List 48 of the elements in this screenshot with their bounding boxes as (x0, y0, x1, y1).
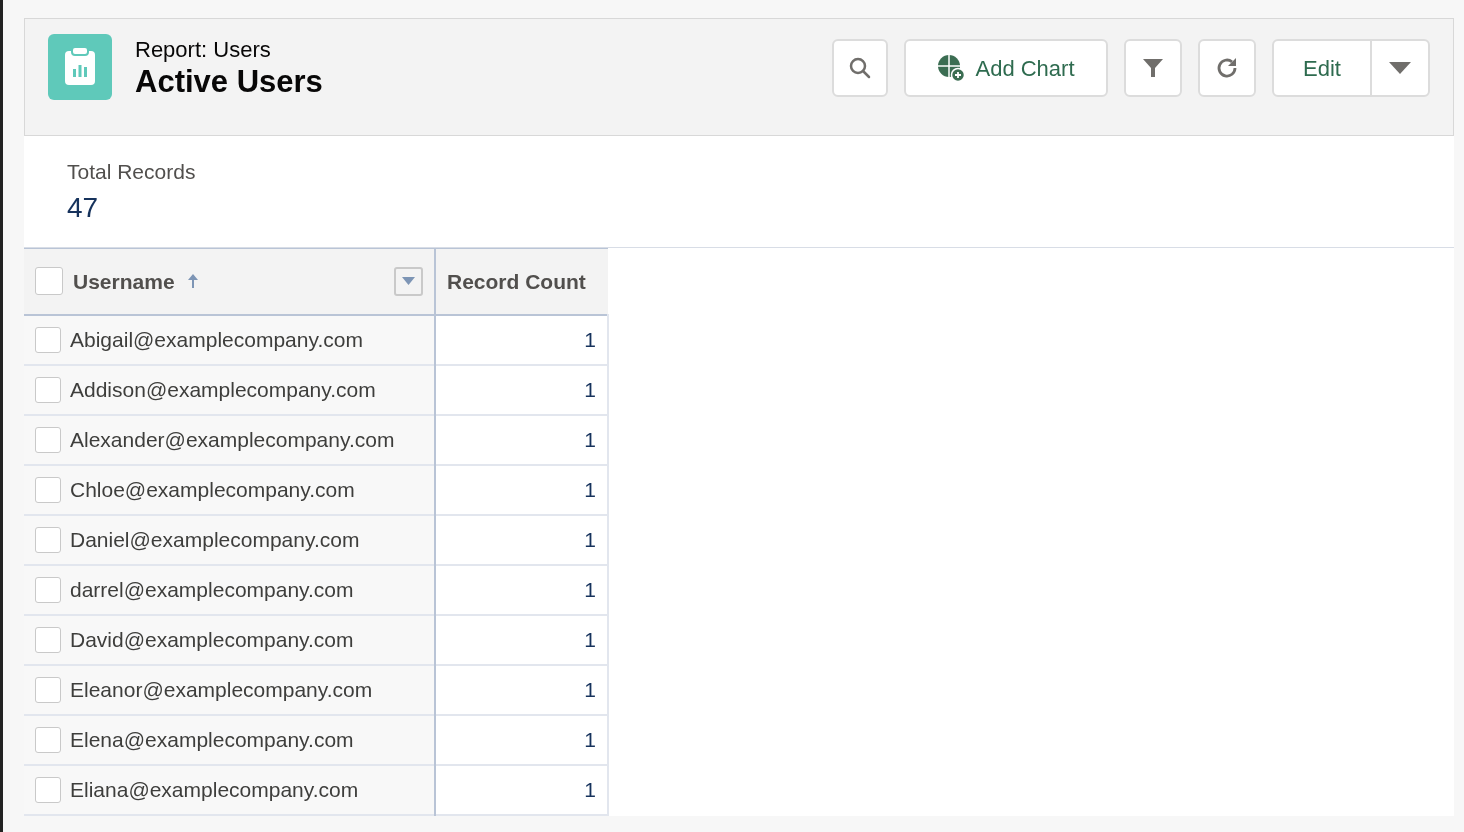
column-header[interactable]: Username (73, 265, 175, 297)
record-count-cell: 1 (584, 527, 596, 551)
username-cell-text: Daniel@examplecompany.com (70, 526, 360, 553)
record-count-cell: 1 (584, 727, 596, 751)
row-checkbox[interactable] (35, 326, 61, 353)
record-count-cell: 1 (584, 577, 596, 601)
username-cell-text: Eliana@examplecompany.com (70, 776, 359, 803)
row-checkbox[interactable] (35, 776, 61, 803)
filter-icon (1142, 57, 1164, 79)
record-count-cell: 1 (584, 677, 596, 701)
row-checkbox[interactable] (35, 576, 61, 603)
select-all-checkbox[interactable] (35, 267, 63, 296)
caret-icon (402, 277, 415, 286)
record-count-cell: 1 (584, 477, 596, 501)
username-cell-text: Eleanor@examplecompany.com (70, 676, 373, 703)
row-checkbox[interactable] (35, 626, 61, 653)
row-checkbox[interactable] (35, 526, 61, 553)
username-cell-text: darrel@examplecompany.com (70, 576, 354, 603)
row-checkbox[interactable] (35, 476, 61, 503)
username-cell-text: Addison@examplecompany.com (70, 376, 376, 403)
record-count-cell: 1 (584, 777, 596, 801)
refresh-button[interactable] (1198, 39, 1256, 97)
row-checkbox[interactable] (35, 676, 61, 703)
column-menu-button[interactable] (394, 266, 423, 296)
record-count-cell: 1 (584, 427, 596, 451)
search-icon (848, 56, 872, 80)
search-button[interactable] (832, 39, 888, 97)
total-records-value: 47 (67, 191, 100, 225)
column-header[interactable]: Record Count (435, 248, 608, 315)
row-checkbox[interactable] (35, 376, 61, 403)
row-checkbox[interactable] (35, 726, 61, 753)
add-chart-button[interactable]: Add Chart (904, 39, 1108, 97)
report-title: Active Users (135, 64, 323, 100)
row-checkbox[interactable] (35, 426, 61, 453)
username-cell-text: Chloe@examplecompany.com (70, 476, 355, 503)
username-cell-text: David@examplecompany.com (70, 626, 354, 653)
record-count-cell: 1 (584, 377, 596, 401)
record-count-cell: 1 (584, 327, 596, 351)
username-cell-text: Alexander@examplecompany.com (70, 426, 395, 453)
report-type-label: Report: Users (135, 36, 272, 64)
report-icon (48, 34, 112, 100)
pie-chart-add-icon (937, 54, 966, 82)
record-count-cell: 1 (584, 627, 596, 651)
username-cell-text: Elena@examplecompany.com (70, 726, 354, 753)
total-records-label: Total Records (67, 159, 197, 185)
caret-icon (1389, 62, 1411, 74)
filter-button[interactable] (1124, 39, 1182, 97)
username-cell-text: Abigail@examplecompany.com (70, 326, 363, 353)
